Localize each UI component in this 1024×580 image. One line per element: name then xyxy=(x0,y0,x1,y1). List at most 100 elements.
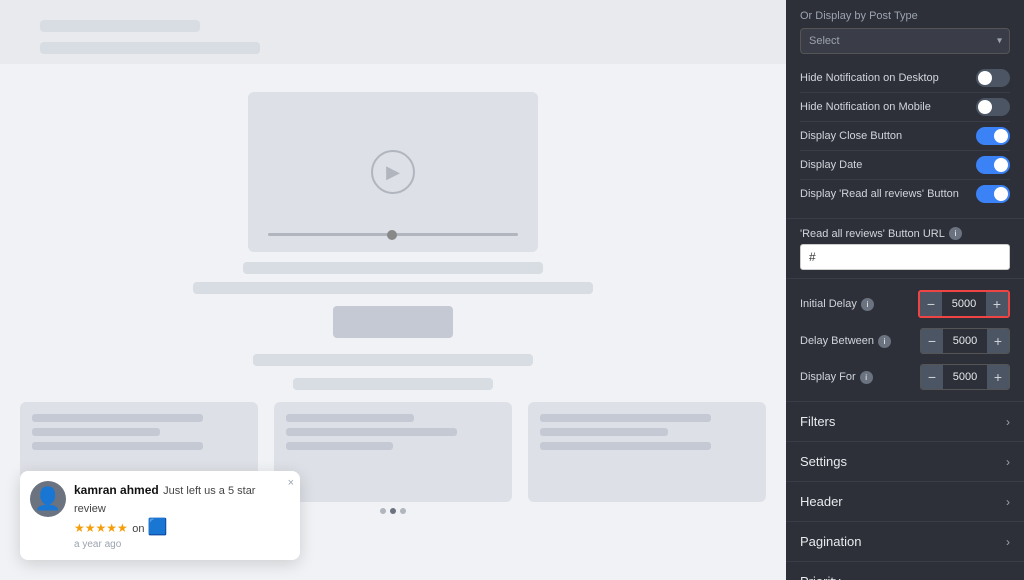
dot-2 xyxy=(390,508,396,514)
skeleton-bar-1 xyxy=(40,20,200,32)
initial-delay-value[interactable] xyxy=(942,292,986,316)
skeleton-area xyxy=(0,0,786,64)
collapse-settings-label: Settings xyxy=(800,454,847,469)
chevron-right-icon-2: › xyxy=(1006,455,1010,469)
video-block: ▶ xyxy=(248,92,538,252)
delay-between-info-icon[interactable]: i xyxy=(878,335,891,348)
card-line xyxy=(32,442,203,450)
card-line xyxy=(286,414,414,422)
delay-between-plus[interactable]: + xyxy=(987,329,1009,353)
post-type-select[interactable]: Select xyxy=(800,28,1010,54)
display-for-control: − + xyxy=(920,364,1010,390)
notif-stars: ★★★★★ xyxy=(74,521,128,535)
chevron-right-icon-4: › xyxy=(1006,535,1010,549)
button-skeleton xyxy=(333,306,453,338)
card-3 xyxy=(528,402,766,502)
post-type-select-row: Select ▾ xyxy=(800,28,1010,54)
notif-close-button[interactable]: × xyxy=(288,477,294,489)
stepper-label-delay-between: Delay Between i xyxy=(800,335,891,348)
toggle-hide-desktop[interactable] xyxy=(976,69,1010,87)
toggle-thumb-hide-mobile xyxy=(978,100,992,114)
chevron-right-icon-3: › xyxy=(1006,495,1010,509)
display-for-text: Display For xyxy=(800,371,856,383)
stepper-section: Initial Delay i − + ↙ Delay Between i − … xyxy=(786,279,1024,402)
dot-1 xyxy=(380,508,386,514)
card-line xyxy=(286,442,393,450)
notif-name: kamran ahmed xyxy=(74,483,159,497)
url-label: 'Read all reviews' Button URL i xyxy=(800,227,1010,240)
collapse-pagination[interactable]: Pagination › xyxy=(786,522,1024,562)
toggle-row-display-date: Display Date xyxy=(800,151,1010,180)
toggle-row-read-all-reviews: Display 'Read all reviews' Button xyxy=(800,180,1010,208)
toggle-thumb-read-all-reviews xyxy=(994,187,1008,201)
stepper-label-display-for: Display For i xyxy=(800,371,873,384)
toggle-thumb-close-button xyxy=(994,129,1008,143)
display-for-minus[interactable]: − xyxy=(921,365,943,389)
skeleton-bar-2 xyxy=(40,42,260,54)
collapse-filters[interactable]: Filters › xyxy=(786,402,1024,442)
card-2 xyxy=(274,402,512,502)
collapse-settings[interactable]: Settings › xyxy=(786,442,1024,482)
notif-on-text: on xyxy=(132,523,147,535)
delay-between-control: − + xyxy=(920,328,1010,354)
toggle-row-hide-desktop: Hide Notification on Desktop xyxy=(800,64,1010,93)
stepper-row-initial-delay: Initial Delay i − + ↙ xyxy=(800,285,1010,323)
collapse-priority-label: Priority xyxy=(800,574,840,580)
notification-popup: 👤 kamran ahmed Just left us a 5 star rev… xyxy=(20,471,300,560)
stepper-label-initial-delay: Initial Delay i xyxy=(800,298,874,311)
right-panel: Or Display by Post Type Select ▾ Hide No… xyxy=(786,0,1024,580)
url-input[interactable] xyxy=(800,244,1010,270)
url-info-icon[interactable]: i xyxy=(949,227,962,240)
notif-content: kamran ahmed Just left us a 5 star revie… xyxy=(74,481,272,550)
toggle-hide-mobile[interactable] xyxy=(976,98,1010,116)
main-preview: ▶ xyxy=(0,64,786,580)
toggle-read-all-reviews[interactable] xyxy=(976,185,1010,203)
display-for-plus[interactable]: + xyxy=(987,365,1009,389)
toggle-label-hide-desktop: Hide Notification on Desktop xyxy=(800,72,939,84)
toggle-row-hide-mobile: Hide Notification on Mobile xyxy=(800,93,1010,122)
toggle-label-hide-mobile: Hide Notification on Mobile xyxy=(800,101,931,113)
initial-delay-minus[interactable]: − xyxy=(920,292,942,316)
toggle-label-close-button: Display Close Button xyxy=(800,130,902,142)
card-line xyxy=(32,414,203,422)
play-button-icon[interactable]: ▶ xyxy=(371,150,415,194)
toggle-display-date[interactable] xyxy=(976,156,1010,174)
collapse-priority[interactable]: Priority › xyxy=(786,562,1024,580)
skeleton-bar-5 xyxy=(253,354,533,366)
card-line xyxy=(540,428,668,436)
url-section: 'Read all reviews' Button URL i xyxy=(786,219,1024,279)
card-line xyxy=(286,428,457,436)
post-type-label: Or Display by Post Type xyxy=(800,10,1010,22)
post-type-section: Or Display by Post Type Select ▾ Hide No… xyxy=(786,0,1024,219)
video-progress-thumb xyxy=(387,230,397,240)
collapse-filters-label: Filters xyxy=(800,414,835,429)
toggle-list: Hide Notification on Desktop Hide Notifi… xyxy=(800,64,1010,208)
card-line xyxy=(540,414,711,422)
notif-emoji: 🟦 xyxy=(148,519,168,536)
delay-between-text: Delay Between xyxy=(800,335,874,347)
toggle-thumb-display-date xyxy=(994,158,1008,172)
stepper-row-delay-between: Delay Between i − + xyxy=(800,323,1010,359)
play-icon: ▶ xyxy=(386,162,400,183)
display-for-value[interactable] xyxy=(943,365,987,389)
toggle-row-close-button: Display Close Button xyxy=(800,122,1010,151)
url-label-text: 'Read all reviews' Button URL xyxy=(800,228,945,240)
toggle-thumb-hide-desktop xyxy=(978,71,992,85)
initial-delay-info-icon[interactable]: i xyxy=(861,298,874,311)
collapse-header-label: Header xyxy=(800,494,843,509)
card-line xyxy=(32,428,160,436)
notif-time: a year ago xyxy=(74,539,272,550)
skeleton-bar-6 xyxy=(293,378,493,390)
toggle-label-read-all-reviews: Display 'Read all reviews' Button xyxy=(800,188,959,200)
toggle-label-display-date: Display Date xyxy=(800,159,862,171)
display-for-info-icon[interactable]: i xyxy=(860,371,873,384)
initial-delay-plus[interactable]: + xyxy=(986,292,1008,316)
delay-between-minus[interactable]: − xyxy=(921,329,943,353)
stepper-row-display-for: Display For i − + xyxy=(800,359,1010,395)
toggle-close-button[interactable] xyxy=(976,127,1010,145)
notif-avatar: 👤 xyxy=(30,481,66,517)
collapse-header[interactable]: Header › xyxy=(786,482,1024,522)
initial-delay-text: Initial Delay xyxy=(800,298,857,310)
delay-between-value[interactable] xyxy=(943,329,987,353)
initial-delay-control: − + xyxy=(918,290,1010,318)
